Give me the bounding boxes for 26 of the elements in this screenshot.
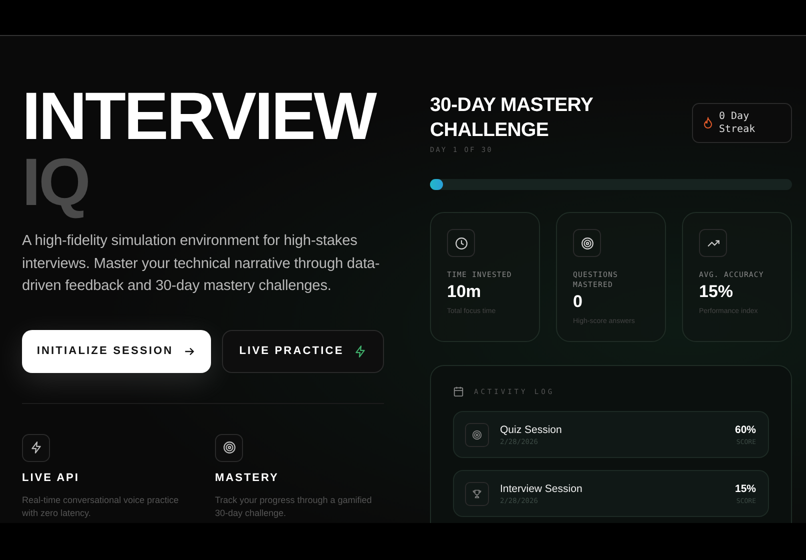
app-title: INTERVIEW IQ [22, 84, 378, 216]
stat-value: 10m [447, 282, 482, 302]
stat-value: 0 [573, 292, 584, 312]
streak-text: 0 Day Streak [719, 110, 756, 136]
live-practice-button[interactable]: LIVE PRACTICE [222, 330, 384, 372]
feature-title: MASTERY [215, 472, 280, 484]
lightning-icon [30, 441, 42, 454]
calendar-icon [453, 386, 464, 397]
target-icon [222, 441, 236, 454]
activity-name: Quiz Session [500, 424, 563, 436]
activity-score: 60% [734, 424, 756, 436]
stat-value: 15% [699, 282, 734, 302]
feature-description: Real-time conversational voice practice with zero latency. [22, 494, 180, 520]
hero-description: A high-fidelity simulation environment for high-stakes interviews. Master your technical narrative through data-driven feedback and 30-day mastery challenges. [22, 232, 381, 296]
initialize-session-button[interactable]: INITIALIZE SESSION [22, 330, 211, 372]
lightning-icon [354, 344, 367, 358]
clock-icon [454, 236, 468, 250]
feature-title: LIVE API [22, 472, 80, 484]
target-icon [472, 430, 482, 440]
challenge-title: 30-DAY MASTERY CHALLENGE [430, 93, 594, 143]
activity-score: 15% [734, 482, 756, 494]
target-icon [580, 236, 594, 250]
trophy-icon [472, 488, 482, 498]
flame-icon [703, 117, 713, 129]
activity-name: Interview Session [500, 482, 584, 494]
feature-description: Track your progress through a gamified 30-day challenge. [215, 494, 373, 520]
